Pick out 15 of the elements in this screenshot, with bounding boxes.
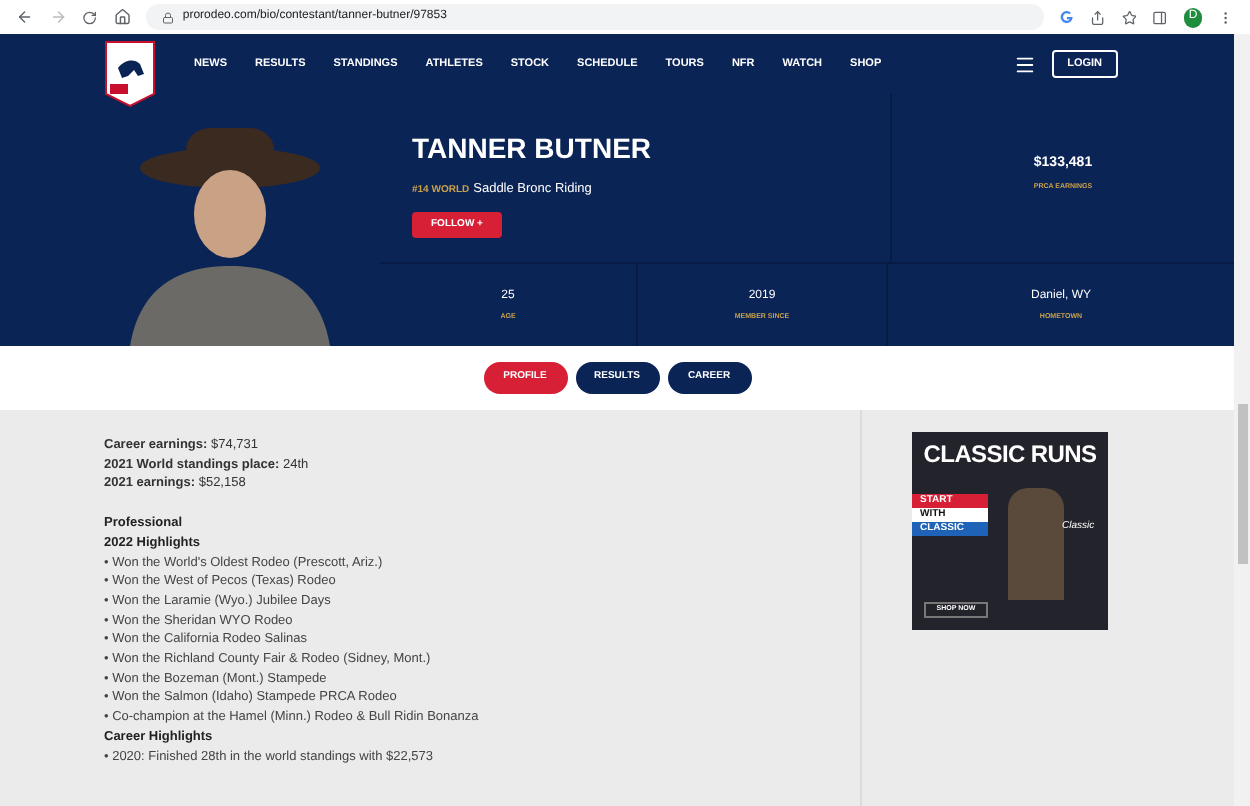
scrollbar[interactable] <box>1234 34 1250 806</box>
ad-title: CLASSIC RUNS <box>921 440 1099 468</box>
star-icon[interactable] <box>1121 9 1137 25</box>
logo-icon[interactable] <box>104 40 156 108</box>
menu-icon[interactable] <box>1013 53 1036 75</box>
athlete-name: TANNER BUTNER <box>412 130 654 168</box>
scrollbar-thumb[interactable] <box>1237 404 1247 564</box>
photo-placeholder <box>1008 488 1064 600</box>
share-icon[interactable] <box>1089 9 1106 25</box>
home-icon[interactable] <box>113 8 131 26</box>
search-engine-icon[interactable] <box>1060 10 1074 24</box>
back-icon[interactable] <box>16 8 34 26</box>
sidebar-icon[interactable] <box>1152 9 1168 25</box>
reload-icon[interactable] <box>82 9 98 25</box>
lock-icon <box>162 11 175 23</box>
